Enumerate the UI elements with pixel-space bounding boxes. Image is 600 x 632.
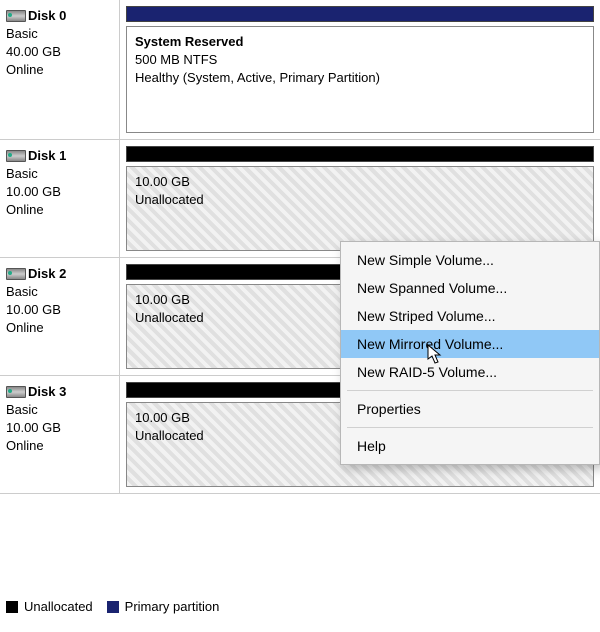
disk-info[interactable]: Disk 1 Basic 10.00 GB Online [0,140,120,257]
disk-icon [6,268,24,280]
disk-name: Disk 1 [28,148,66,163]
volume-line: Unallocated [135,191,585,209]
volume-cell[interactable]: 10.00 GB Unallocated [120,140,600,257]
menu-item-new-mirrored-volume[interactable]: New Mirrored Volume... [341,330,599,358]
disk-info[interactable]: Disk 2 Basic 10.00 GB Online [0,258,120,375]
disk-type: Basic [6,401,113,419]
disk-info[interactable]: Disk 3 Basic 10.00 GB Online [0,376,120,493]
menu-item-new-simple-volume[interactable]: New Simple Volume... [341,246,599,274]
disk-type: Basic [6,283,113,301]
disk-size: 10.00 GB [6,419,113,437]
disk-size: 10.00 GB [6,301,113,319]
disk-type: Basic [6,25,113,43]
disk-info[interactable]: Disk 0 Basic 40.00 GB Online [0,0,120,139]
legend-item-primary: Primary partition [107,599,220,614]
disk-size: 40.00 GB [6,43,113,61]
disk-status: Online [6,201,113,219]
volume-body[interactable]: System Reserved 500 MB NTFS Healthy (Sys… [126,26,594,133]
menu-separator [347,427,593,428]
legend-label: Primary partition [125,599,220,614]
volume-line: 500 MB NTFS [135,51,585,69]
disk-icon [6,386,24,398]
legend-label: Unallocated [24,599,93,614]
menu-item-new-raid5-volume[interactable]: New RAID-5 Volume... [341,358,599,386]
legend-item-unallocated: Unallocated [6,599,93,614]
legend-swatch-primary [107,601,119,613]
volume-title: System Reserved [135,33,585,51]
volume-cell[interactable]: System Reserved 500 MB NTFS Healthy (Sys… [120,0,600,139]
disk-icon [6,150,24,162]
disk-name: Disk 2 [28,266,66,281]
disk-name: Disk 0 [28,8,66,23]
disk-size: 10.00 GB [6,183,113,201]
menu-item-new-spanned-volume[interactable]: New Spanned Volume... [341,274,599,302]
menu-item-new-striped-volume[interactable]: New Striped Volume... [341,302,599,330]
disk-row: Disk 0 Basic 40.00 GB Online System Rese… [0,0,600,140]
volume-type-bar [126,6,594,22]
disk-status: Online [6,319,113,337]
legend: Unallocated Primary partition [6,599,219,614]
disk-type: Basic [6,165,113,183]
menu-separator [347,390,593,391]
legend-swatch-black [6,601,18,613]
volume-type-bar [126,146,594,162]
menu-item-properties[interactable]: Properties [341,395,599,423]
disk-name: Disk 3 [28,384,66,399]
volume-line: 10.00 GB [135,173,585,191]
context-menu: New Simple Volume... New Spanned Volume.… [340,241,600,465]
disk-status: Online [6,437,113,455]
menu-item-help[interactable]: Help [341,432,599,460]
disk-status: Online [6,61,113,79]
volume-line: Healthy (System, Active, Primary Partiti… [135,69,585,87]
disk-icon [6,10,24,22]
volume-body[interactable]: 10.00 GB Unallocated [126,166,594,251]
